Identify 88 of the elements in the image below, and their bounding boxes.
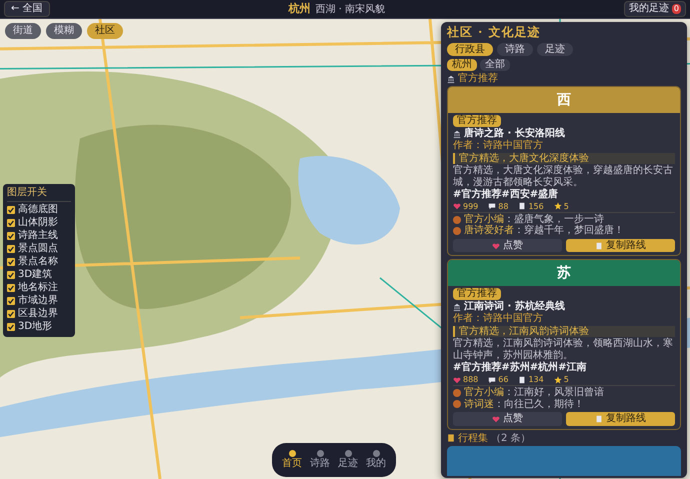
star-icon [554, 202, 562, 210]
building-icon [447, 74, 455, 83]
checkbox[interactable] [7, 245, 15, 253]
copy-route-button[interactable]: 复制路线 [566, 238, 675, 252]
filter-chip[interactable]: 杭州 [447, 59, 477, 71]
stat-count: 999 [463, 202, 478, 211]
checkbox[interactable] [7, 297, 15, 305]
route-title: 江南诗词 · 苏杭经典线 [464, 300, 565, 312]
comment-text: 唐诗爱好者：穿越千年，梦回盛唐！ [464, 225, 624, 237]
checkbox[interactable] [7, 258, 15, 266]
stat-count: 156 [528, 202, 544, 211]
building-icon [453, 130, 461, 138]
dock-item[interactable]: 诗路 [310, 450, 330, 470]
building-icon [453, 302, 461, 311]
route-title: 唐诗之路 · 长安洛阳线 [464, 128, 565, 140]
heart-icon [492, 414, 500, 423]
layer-label: 景点名称 [18, 256, 58, 268]
panel-tab[interactable]: 足迹 [537, 42, 573, 56]
checkbox[interactable] [7, 232, 15, 240]
stat-count: 88 [498, 202, 508, 211]
checkbox[interactable] [7, 310, 15, 318]
card-glyph: 苏 [557, 265, 571, 282]
heart-icon [492, 242, 500, 250]
recommend-badge: 官方推荐 [453, 115, 501, 127]
section-title: 官方推荐 [458, 72, 498, 84]
layer-label: 3D建筑 [18, 269, 52, 281]
star-icon [554, 376, 562, 384]
dock-item[interactable]: 足迹 [338, 450, 358, 470]
book-icon [447, 434, 455, 442]
filter-chip[interactable]: 全部 [480, 59, 510, 71]
dock-item[interactable]: 我的 [366, 450, 386, 470]
layer-label: 景点圆点 [18, 243, 58, 255]
recommend-badge: 官方推荐 [453, 288, 501, 300]
view-tab[interactable]: 街道 [5, 23, 41, 38]
stat-count: 134 [528, 374, 544, 384]
heart-icon [453, 202, 461, 210]
document-icon [518, 202, 526, 210]
stat-count: 66 [498, 374, 508, 384]
layer-label: 3D地形 [18, 321, 52, 333]
stat-count: 888 [463, 374, 478, 384]
comment-text: 官方小编：江南好，风景旧曾谙 [464, 387, 604, 398]
count-label: （2 条） [491, 432, 531, 444]
panel-tab[interactable]: 诗路 [497, 42, 533, 56]
layer-panel-title: 图层开关 [7, 187, 71, 202]
stat-count: 5 [564, 374, 569, 384]
hashtag-text: #官方推荐#苏州#杭州#江南 [453, 362, 587, 374]
checkbox[interactable] [7, 271, 15, 279]
layer-label: 市域边界 [18, 295, 58, 307]
layer-label: 高德底图 [18, 204, 58, 216]
author-label: 作者：诗路中国官方 [453, 313, 543, 325]
document-icon [595, 414, 603, 423]
route-description: 官方精选，江南风韵诗词体验，领略西湖山水，寒山寺钟声，苏州园林雅韵。 [453, 338, 674, 361]
checkbox[interactable] [7, 284, 15, 292]
count-badge: 0 [672, 4, 681, 14]
speech-bubble-icon [488, 202, 496, 210]
section-title: 行程集 [458, 432, 488, 444]
layer-label: 地名标注 [18, 282, 58, 294]
subtitle: 西湖 · 南宋风貌 [315, 4, 385, 16]
checkbox[interactable] [7, 219, 15, 227]
like-button[interactable]: 点赞 [453, 412, 562, 426]
back-button[interactable]: ← 全国 [4, 1, 50, 17]
author-label: 作者：诗路中国官方 [453, 140, 543, 152]
comment-text: 诗词迷：向往已久，期待！ [464, 398, 584, 410]
layer-label: 山体阴影 [18, 217, 58, 229]
view-tab[interactable]: 社区 [87, 23, 123, 38]
layer-label: 诗路主线 [18, 230, 58, 242]
checkbox[interactable] [7, 206, 15, 214]
view-tab[interactable]: 模糊 [46, 23, 82, 38]
route-description: 官方精选，大唐文化深度体验，穿越盛唐的长安古城，漫游古都领略长安风采。 [453, 165, 674, 188]
hashtag-text: #官方推荐#西安#盛唐 [453, 189, 558, 201]
document-icon [595, 242, 603, 250]
card-glyph: 西 [557, 92, 571, 108]
checkbox[interactable] [7, 323, 15, 331]
comment-text: 官方小编：盛唐气象，一步一诗 [464, 214, 604, 225]
quote-banner: 官方精选，大唐文化深度体验 [453, 152, 675, 164]
panel-tab[interactable]: 行政县 [447, 42, 493, 56]
dock-item[interactable]: 首页 [282, 450, 302, 470]
footprint-button[interactable]: 我的足迹 0 [624, 1, 686, 17]
panel-title: 社区 · 文化足迹 [447, 26, 542, 40]
city-title: 杭州 [288, 2, 310, 16]
quote-banner: 官方精选，江南风韵诗词体验 [453, 326, 675, 338]
heart-icon [453, 376, 461, 384]
speech-bubble-icon [488, 376, 496, 384]
layer-label: 区县边界 [18, 308, 58, 320]
stat-count: 5 [564, 202, 569, 211]
like-button[interactable]: 点赞 [453, 238, 562, 252]
document-icon [518, 376, 526, 384]
copy-route-button[interactable]: 复制路线 [566, 412, 675, 426]
